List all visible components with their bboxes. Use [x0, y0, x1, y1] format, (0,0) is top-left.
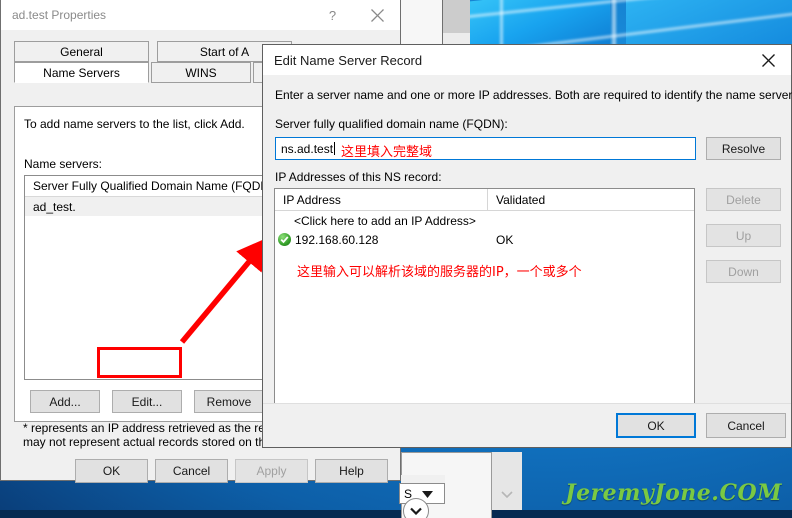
ip-validated-value: OK — [496, 232, 514, 247]
edit-ok-button-label: OK — [647, 418, 665, 433]
edit-cancel-button[interactable]: Cancel — [706, 413, 786, 438]
footnote-line-2: may not represent actual records stored … — [23, 435, 290, 449]
background-pane-grey — [443, 0, 470, 33]
ok-button-label: OK — [102, 464, 121, 478]
ok-button[interactable]: OK — [75, 459, 148, 483]
cancel-button[interactable]: Cancel — [155, 459, 228, 483]
tab-general-label: General — [60, 44, 103, 59]
apply-button: Apply — [235, 459, 308, 483]
help-icon[interactable]: ? — [310, 1, 355, 30]
ip-add-row[interactable]: <Click here to add an IP Address> — [275, 211, 694, 230]
delete-button-label: Delete — [726, 192, 761, 207]
cancel-button-label: Cancel — [172, 464, 211, 478]
edit-dialog-footer: OK Cancel — [263, 403, 791, 447]
edit-dialog-description: Enter a server name and one or more IP a… — [275, 88, 792, 102]
footnote-line-1: * represents an IP address retrieved as … — [23, 421, 284, 435]
properties-window-title: ad.test Properties — [12, 8, 107, 22]
desktop-bottom-band — [0, 510, 792, 518]
help-button-label: Help — [339, 464, 364, 478]
fqdn-input[interactable]: ns.ad.test — [275, 137, 696, 160]
down-button: Down — [706, 260, 781, 283]
resolve-button-label: Resolve — [721, 141, 766, 156]
fqdn-annotation: 这里填入完整域 — [341, 145, 433, 160]
tab-general[interactable]: General — [14, 41, 149, 62]
watermark: JeremyJone.COM — [565, 480, 782, 506]
up-button: Up — [706, 224, 781, 247]
ip-column-address: IP Address — [275, 189, 488, 210]
fqdn-label: Server fully qualified domain name (FQDN… — [275, 117, 508, 131]
background-pane-left — [401, 0, 443, 46]
edit-name-server-dialog: Edit Name Server Record Enter a server n… — [262, 44, 792, 448]
ip-column-validated: Validated — [496, 192, 546, 207]
edit-cancel-button-label: Cancel — [727, 418, 765, 433]
edit-dialog-titlebar: Edit Name Server Record — [263, 45, 791, 75]
apply-button-label: Apply — [256, 464, 287, 478]
ip-annotation: 这里输入可以解析该域的服务器的IP，一个或多个 — [297, 265, 582, 280]
remove-button-label: Remove — [206, 394, 252, 409]
text-caret — [334, 142, 336, 155]
edit-ok-button[interactable]: OK — [616, 413, 696, 438]
background-scrollbar-track[interactable] — [492, 452, 522, 510]
chevron-down-circle-icon[interactable] — [403, 498, 429, 518]
resolve-button[interactable]: Resolve — [706, 137, 781, 160]
help-glyph: ? — [328, 7, 337, 23]
ip-add-row-label: <Click here to add an IP Address> — [294, 213, 476, 228]
ip-address-grid[interactable]: IP Address Validated <Click here to add … — [274, 188, 695, 410]
ip-address-value: 192.168.60.128 — [295, 232, 379, 247]
ip-grid-header: IP Address Validated — [275, 189, 694, 211]
add-button-label: Add... — [49, 394, 81, 409]
edit-dialog-body: Enter a server name and one or more IP a… — [263, 75, 792, 447]
delete-button: Delete — [706, 188, 781, 211]
fqdn-input-value: ns.ad.test — [281, 141, 334, 156]
tab-name-servers[interactable]: Name Servers — [14, 62, 149, 83]
background-scroll-chevron-icon[interactable] — [500, 487, 514, 499]
tab-wins[interactable]: WINS — [151, 62, 251, 83]
tab-wins-label: WINS — [185, 65, 217, 80]
check-circle-icon — [278, 233, 291, 246]
instruction-text: To add name servers to the list, click A… — [24, 117, 245, 131]
edit-dialog-title: Edit Name Server Record — [274, 52, 423, 68]
tab-name-servers-label: Name Servers — [43, 65, 120, 80]
close-icon[interactable] — [355, 1, 400, 30]
edit-button[interactable]: Edit... — [112, 390, 182, 413]
table-row[interactable]: 192.168.60.128 OK — [275, 230, 694, 249]
name-servers-label: Name servers: — [24, 157, 103, 171]
tab-start-of-authority-label: Start of A — [199, 44, 250, 59]
properties-titlebar: ad.test Properties ? — [1, 0, 400, 30]
help-button[interactable]: Help — [315, 459, 388, 483]
close-icon[interactable] — [746, 46, 791, 75]
ip-list-label: IP Addresses of this NS record: — [275, 170, 442, 184]
add-button[interactable]: Add... — [30, 390, 100, 413]
edit-button-label: Edit... — [131, 394, 163, 409]
down-button-label: Down — [728, 264, 759, 279]
up-button-label: Up — [735, 228, 752, 243]
remove-button[interactable]: Remove — [194, 390, 264, 413]
